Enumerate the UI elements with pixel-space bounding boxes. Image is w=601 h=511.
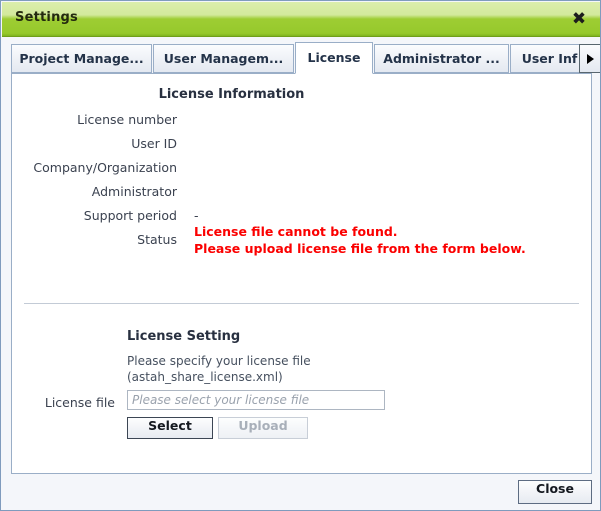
table-row: License number xyxy=(12,112,572,136)
license-setting-heading: License Setting xyxy=(127,329,241,344)
close-x-icon[interactable]: ✖ xyxy=(569,9,589,29)
status-message-line-1: License file cannot be found. xyxy=(194,224,398,239)
chevron-right-icon xyxy=(587,54,594,64)
tab-license[interactable]: License xyxy=(295,42,373,74)
administrator-label: Administrator xyxy=(91,184,177,199)
dialog-titlebar: Settings ✖ xyxy=(2,2,600,37)
tab-user-info[interactable]: User Inf xyxy=(510,44,589,73)
dialog-title: Settings xyxy=(15,10,78,25)
support-period-value: - xyxy=(194,208,199,223)
tab-user-management[interactable]: User Managem... xyxy=(153,44,294,73)
tab-administrator[interactable]: Administrator ... xyxy=(374,44,509,73)
license-information-heading: License Information xyxy=(158,87,305,102)
license-tab-panel: License Information License number User … xyxy=(11,73,592,474)
close-button[interactable]: Close xyxy=(518,480,592,504)
section-divider xyxy=(24,303,579,304)
select-button[interactable]: Select xyxy=(127,417,213,439)
license-file-label: License file xyxy=(44,395,115,410)
support-period-label: Support period xyxy=(83,208,177,223)
table-row: Company/Organization xyxy=(12,160,572,184)
tab-project-management[interactable]: Project Manage... xyxy=(11,44,152,73)
dialog-footer: Close xyxy=(2,474,600,510)
license-number-label: License number xyxy=(77,112,177,127)
upload-button: Upload xyxy=(218,417,308,439)
tab-strip: Project Manage... User Managem... Licens… xyxy=(2,37,600,74)
status-label: Status xyxy=(137,232,177,247)
license-setting-description-line-1: Please specify your license file xyxy=(127,354,311,368)
license-file-input[interactable] xyxy=(127,390,385,410)
status-message-line-2: Please upload license file from the form… xyxy=(194,241,526,256)
settings-dialog: Settings ✖ Project Manage... User Manage… xyxy=(0,0,601,511)
license-setting-description-line-2: (astah_share_license.xml) xyxy=(127,370,283,384)
tab-scroll-right-button[interactable] xyxy=(579,44,600,73)
company-organization-label: Company/Organization xyxy=(33,160,177,175)
table-row: User ID xyxy=(12,136,572,160)
table-row: Administrator xyxy=(12,184,572,208)
user-id-label: User ID xyxy=(131,136,177,151)
